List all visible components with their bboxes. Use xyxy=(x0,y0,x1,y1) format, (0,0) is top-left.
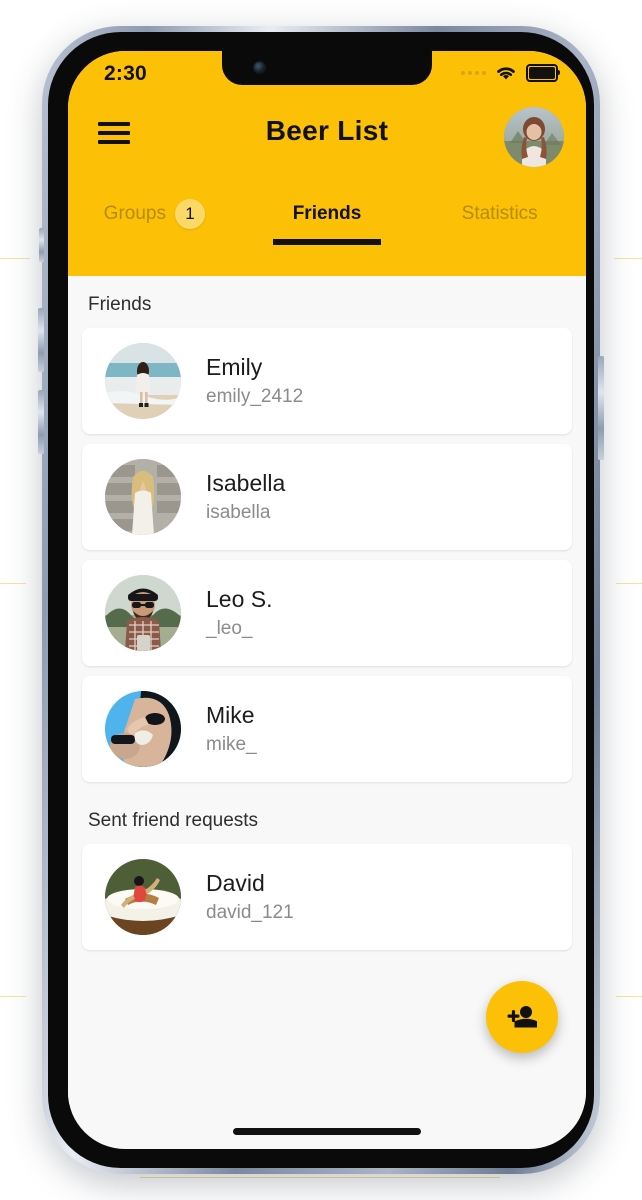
person-add-icon xyxy=(507,1004,537,1030)
list-item[interactable]: David david_121 xyxy=(82,844,572,950)
wifi-icon xyxy=(495,65,517,81)
friend-username: isabella xyxy=(206,502,271,523)
tab-groups-label: Groups xyxy=(103,203,166,224)
section-header-sent-requests: Sent friend requests xyxy=(88,810,259,831)
volume-down-button[interactable] xyxy=(38,390,44,454)
guide-line xyxy=(140,1177,500,1178)
list-item[interactable]: Emily emily_2412 xyxy=(82,328,572,434)
isabella-avatar xyxy=(105,459,181,535)
tab-friends[interactable]: Friends xyxy=(241,183,414,245)
friend-name: Emily xyxy=(206,354,263,380)
friend-username: emily_2412 xyxy=(206,386,304,407)
guide-line xyxy=(0,583,26,584)
guide-line xyxy=(616,996,642,997)
display-notch xyxy=(222,51,432,85)
guide-line xyxy=(616,583,642,584)
guide-line xyxy=(614,258,642,259)
list-item-meta: Mike mike_ xyxy=(206,702,257,756)
device-bezel: 2:30 Beer List Groups 1 Friends Statisti… xyxy=(48,32,594,1168)
app-bar: Beer List xyxy=(68,97,586,183)
section-header-friends: Friends xyxy=(88,294,152,315)
tab-groups-badge: 1 xyxy=(174,199,205,229)
list-item[interactable]: Mike mike_ xyxy=(82,676,572,782)
friend-username: david_121 xyxy=(206,902,294,923)
friends-list-content: Friends Emily emily_2412 Isabella isabel… xyxy=(68,276,586,1105)
tab-friends-label: Friends xyxy=(292,203,362,224)
add-friend-fab-button[interactable] xyxy=(486,981,558,1053)
list-item-meta: Emily emily_2412 xyxy=(206,354,303,408)
front-camera-icon xyxy=(254,62,265,73)
tab-bar: Groups 1 Friends Statistics xyxy=(68,183,586,245)
status-bar-indicators xyxy=(461,64,560,82)
battery-icon xyxy=(526,64,560,82)
tab-groups[interactable]: Groups 1 xyxy=(68,183,241,245)
leo-avatar xyxy=(105,575,181,651)
list-item-meta: Isabella isabella xyxy=(206,470,285,524)
home-indicator xyxy=(233,1128,421,1135)
list-item-meta: David david_121 xyxy=(206,870,294,924)
mike-avatar xyxy=(105,691,181,767)
friend-name: Isabella xyxy=(206,470,286,496)
tab-statistics[interactable]: Statistics xyxy=(413,183,586,245)
phone-screen: 2:30 Beer List Groups 1 Friends Statisti… xyxy=(68,51,586,1149)
silent-switch-button[interactable] xyxy=(39,228,44,262)
list-item-meta: Leo S. _leo_ xyxy=(206,586,273,640)
friend-username: mike_ xyxy=(206,734,257,755)
list-item[interactable]: Leo S. _leo_ xyxy=(82,560,572,666)
friend-name: Mike xyxy=(206,702,255,728)
friend-name: Leo S. xyxy=(206,586,273,612)
power-button[interactable] xyxy=(598,356,604,460)
signal-dots-icon xyxy=(461,71,486,75)
guide-line xyxy=(0,996,26,997)
tab-statistics-label: Statistics xyxy=(461,203,538,224)
david-avatar xyxy=(105,859,181,935)
tab-active-indicator xyxy=(273,239,381,245)
list-item[interactable]: Isabella isabella xyxy=(82,444,572,550)
guide-line xyxy=(0,258,30,259)
status-bar-time: 2:30 xyxy=(104,62,147,85)
avatar[interactable] xyxy=(504,107,564,167)
screenshot-root: 2:30 Beer List Groups 1 Friends Statisti… xyxy=(0,0,642,1200)
volume-up-button[interactable] xyxy=(38,308,44,372)
friend-username: _leo_ xyxy=(206,618,253,639)
phone-device-frame: 2:30 Beer List Groups 1 Friends Statisti… xyxy=(38,26,604,1174)
friend-name: David xyxy=(206,870,265,896)
emily-avatar xyxy=(105,343,181,419)
